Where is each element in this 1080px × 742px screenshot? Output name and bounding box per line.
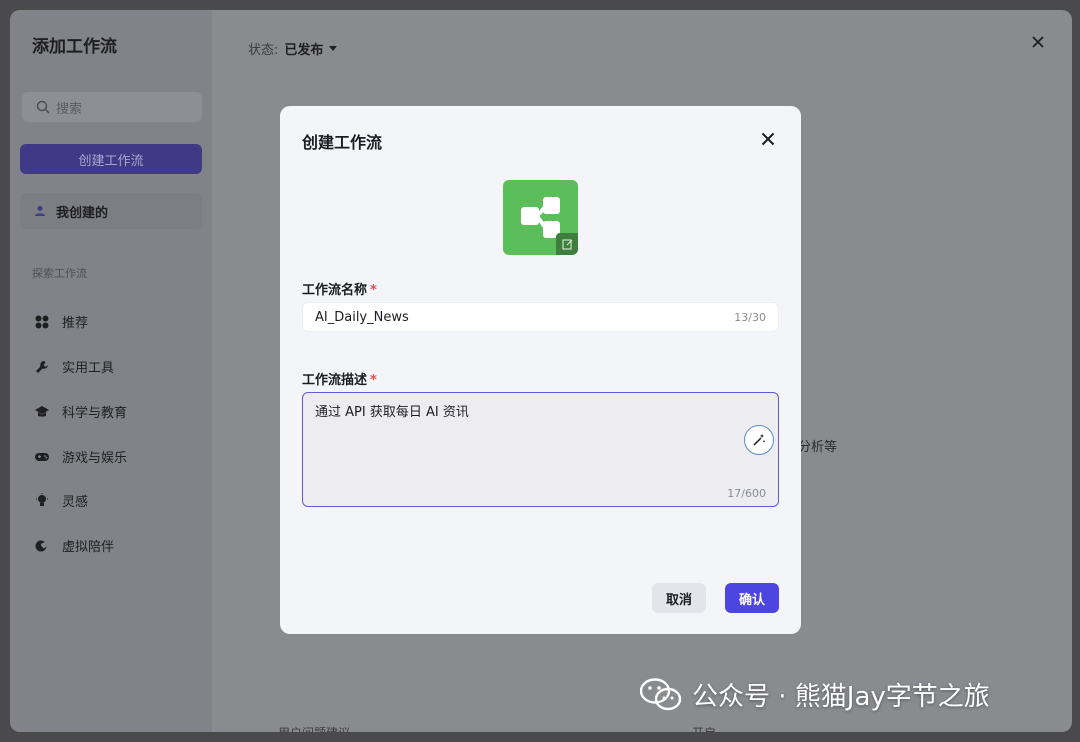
workflow-name-input[interactable]: AI_Daily_News 13/30 bbox=[302, 302, 779, 332]
ai-generate-button[interactable] bbox=[744, 425, 774, 455]
cancel-button[interactable]: 取消 bbox=[652, 583, 706, 613]
sidebar-item-label: 虚拟陪伴 bbox=[62, 540, 115, 555]
desc-char-count: 17/600 bbox=[727, 487, 766, 500]
panel-sidebar: 添加工作流 搜索 创建工作流 我创建的 探索工作流 推荐 实用工具 科学与教育 … bbox=[10, 10, 212, 732]
required-mark: * bbox=[370, 283, 377, 298]
status-label: 状态: bbox=[248, 43, 279, 58]
grid-icon bbox=[34, 314, 50, 330]
background-bottom-text: 用户问题建议 bbox=[278, 724, 350, 732]
status-value: 已发布 bbox=[284, 43, 324, 58]
sidebar-item-label: 游戏与娱乐 bbox=[62, 451, 128, 466]
desc-label-text: 工作流描述 bbox=[302, 373, 368, 388]
status-filter[interactable]: 状态: 已发布 bbox=[248, 39, 338, 58]
dialog-title: 创建工作流 bbox=[302, 133, 383, 152]
required-mark: * bbox=[370, 373, 377, 388]
sidebar-item-games[interactable]: 游戏与娱乐 bbox=[34, 447, 127, 466]
confirm-button[interactable]: 确认 bbox=[725, 583, 779, 613]
caret-down-icon bbox=[329, 45, 338, 51]
magic-wand-icon bbox=[753, 434, 766, 446]
wrench-icon bbox=[34, 359, 50, 375]
desc-field-label: 工作流描述 * bbox=[302, 369, 377, 388]
create-workflow-dialog: 创建工作流 工作流名称 * AI_Daily_News 13/30 工作流描述 * … bbox=[280, 106, 801, 634]
panel-title: 添加工作流 bbox=[32, 37, 117, 57]
workflow-avatar[interactable] bbox=[503, 180, 578, 255]
panel-close-icon[interactable] bbox=[1030, 34, 1046, 50]
sidebar-item-label: 我创建的 bbox=[56, 205, 109, 221]
search-input[interactable]: 搜索 bbox=[22, 92, 202, 122]
sidebar-item-science[interactable]: 科学与教育 bbox=[34, 402, 127, 421]
watermark-text: 公众号 · 熊猫Jay字节之旅 bbox=[692, 682, 990, 712]
graduation-cap-icon bbox=[34, 404, 50, 420]
sidebar-item-companion[interactable]: 虚拟陪伴 bbox=[34, 536, 114, 555]
lightbulb-icon bbox=[34, 493, 50, 509]
user-icon bbox=[35, 206, 45, 216]
background-bottom-text-right: 开启 bbox=[692, 724, 716, 732]
sidebar-item-inspiration[interactable]: 灵感 bbox=[34, 491, 88, 510]
name-input-value: AI_Daily_News bbox=[315, 309, 409, 325]
create-workflow-button[interactable]: 创建工作流 bbox=[20, 144, 202, 174]
search-icon bbox=[36, 100, 50, 114]
name-char-count: 13/30 bbox=[734, 310, 766, 324]
watermark: 公众号 · 熊猫Jay字节之旅 bbox=[640, 676, 990, 713]
sidebar-item-label: 实用工具 bbox=[62, 361, 115, 376]
heart-chat-icon bbox=[34, 538, 50, 554]
workflow-description-textarea[interactable]: 通过 API 获取每日 AI 资讯 17/600 bbox=[302, 392, 779, 507]
sidebar-item-mine[interactable]: 我创建的 bbox=[20, 193, 202, 229]
explore-section-label: 探索工作流 bbox=[32, 267, 87, 280]
sidebar-item-label: 灵感 bbox=[62, 495, 89, 510]
edit-icon bbox=[561, 238, 572, 250]
sidebar-item-recommend[interactable]: 推荐 bbox=[34, 312, 88, 331]
sidebar-item-tools[interactable]: 实用工具 bbox=[34, 357, 114, 376]
edit-avatar-button[interactable] bbox=[556, 233, 578, 255]
name-field-label: 工作流名称 * bbox=[302, 279, 377, 298]
background-text: 分析等 bbox=[798, 440, 838, 455]
search-placeholder: 搜索 bbox=[56, 101, 83, 117]
sidebar-item-label: 推荐 bbox=[62, 316, 89, 331]
wechat-icon bbox=[640, 677, 682, 710]
sidebar-item-label: 科学与教育 bbox=[62, 406, 128, 421]
name-label-text: 工作流名称 bbox=[302, 283, 368, 298]
close-icon[interactable] bbox=[761, 132, 775, 146]
gamepad-icon bbox=[34, 449, 50, 465]
desc-input-value: 通过 API 获取每日 AI 资讯 bbox=[315, 405, 469, 420]
